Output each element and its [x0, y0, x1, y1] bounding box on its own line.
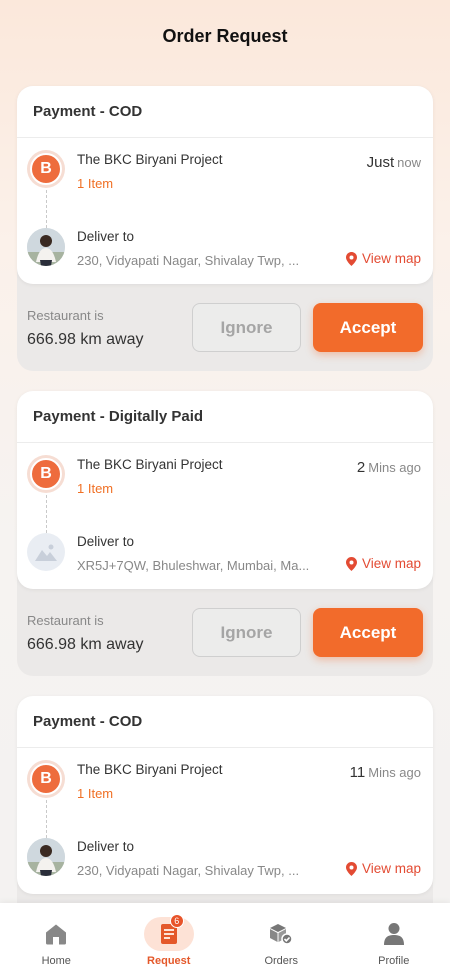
restaurant-initial: B — [30, 153, 62, 185]
delivery-address: XR5J+7QW, Bhuleshwar, Mumbai, Ma... — [77, 558, 310, 573]
restaurant-logo: B — [27, 760, 65, 798]
image-placeholder-icon — [35, 544, 57, 561]
request-count-badge: 6 — [169, 914, 184, 928]
restaurant-logo: B — [27, 455, 65, 493]
order-time: 2 Mins ago — [357, 459, 421, 476]
map-pin-icon — [345, 556, 357, 571]
payment-type: Payment - COD — [17, 86, 433, 138]
time-unit: now — [397, 155, 421, 170]
view-map-label: View map — [361, 861, 421, 876]
time-unit: Mins ago — [368, 460, 421, 475]
delivery-address: 230, Vidyapati Nagar, Shivalay Twp, ... — [77, 253, 300, 268]
distance-label: Restaurant is — [27, 613, 104, 628]
customer-avatar — [27, 228, 65, 266]
orders-icon — [270, 924, 293, 945]
payment-type: Payment - COD — [17, 696, 433, 748]
view-map-label: View map — [361, 251, 421, 266]
nav-label: Home — [41, 955, 71, 967]
view-map-link[interactable]: View map — [345, 251, 421, 266]
restaurant-name: The BKC Biryani Project — [77, 762, 223, 777]
deliver-to-label: Deliver to — [77, 534, 135, 549]
restaurant-logo: B — [27, 150, 65, 188]
nav-item-profile[interactable]: Profile — [338, 903, 450, 975]
deliver-to-label: Deliver to — [77, 229, 135, 244]
order-request-card: Payment - COD B The BKC Biryani Project … — [17, 86, 433, 371]
view-map-link[interactable]: View map — [345, 861, 421, 876]
item-count: 1 Item — [77, 786, 114, 801]
view-map-link[interactable]: View map — [345, 556, 421, 571]
accept-button[interactable]: Accept — [313, 608, 423, 657]
route-line — [46, 495, 47, 533]
order-time: Just now — [367, 154, 421, 171]
payment-type: Payment - Digitally Paid — [17, 391, 433, 443]
restaurant-initial: B — [30, 458, 62, 490]
order-details: Payment - Digitally Paid B The BKC Birya… — [17, 391, 433, 589]
delivery-address: 230, Vidyapati Nagar, Shivalay Twp, ... — [77, 863, 300, 878]
profile-icon — [383, 923, 404, 945]
ignore-button[interactable]: Ignore — [192, 303, 301, 352]
order-time: 11 Mins ago — [350, 764, 421, 781]
deliver-to-label: Deliver to — [77, 839, 135, 854]
nav-item-orders[interactable]: Orders — [225, 903, 338, 975]
map-pin-icon — [345, 861, 357, 876]
order-details: Payment - COD B The BKC Biryani Project … — [17, 696, 433, 894]
accept-button[interactable]: Accept — [313, 303, 423, 352]
map-pin-icon — [345, 251, 357, 266]
customer-avatar — [27, 838, 65, 876]
nav-label: Profile — [378, 955, 410, 967]
item-count: 1 Item — [77, 481, 114, 496]
page-title: Order Request — [162, 25, 288, 46]
time-unit: Mins ago — [368, 765, 421, 780]
bottom-navigation: Home 6 Request Orders Profile — [0, 903, 450, 975]
app-header: Order Request — [0, 0, 450, 72]
ignore-button[interactable]: Ignore — [192, 608, 301, 657]
order-details: Payment - COD B The BKC Biryani Project … — [17, 86, 433, 284]
distance-value: 666.98 km away — [27, 331, 144, 348]
distance-label: Restaurant is — [27, 308, 104, 323]
time-value: 11 — [349, 764, 366, 781]
restaurant-initial: B — [30, 763, 62, 795]
customer-avatar-placeholder — [27, 533, 65, 571]
nav-item-home[interactable]: Home — [0, 903, 113, 975]
restaurant-name: The BKC Biryani Project — [77, 152, 223, 167]
distance-value: 666.98 km away — [27, 636, 144, 653]
nav-label: Orders — [264, 955, 299, 967]
time-value: 2 — [356, 459, 366, 476]
order-request-card: Payment - Digitally Paid B The BKC Birya… — [17, 391, 433, 676]
item-count: 1 Item — [77, 176, 114, 191]
route-line — [46, 190, 47, 228]
route-line — [46, 800, 47, 838]
restaurant-name: The BKC Biryani Project — [77, 457, 223, 472]
nav-label: Request — [147, 955, 191, 967]
view-map-label: View map — [361, 556, 421, 571]
nav-item-request[interactable]: 6 Request — [113, 903, 226, 975]
time-value: Just — [366, 154, 395, 171]
home-icon — [46, 924, 67, 945]
